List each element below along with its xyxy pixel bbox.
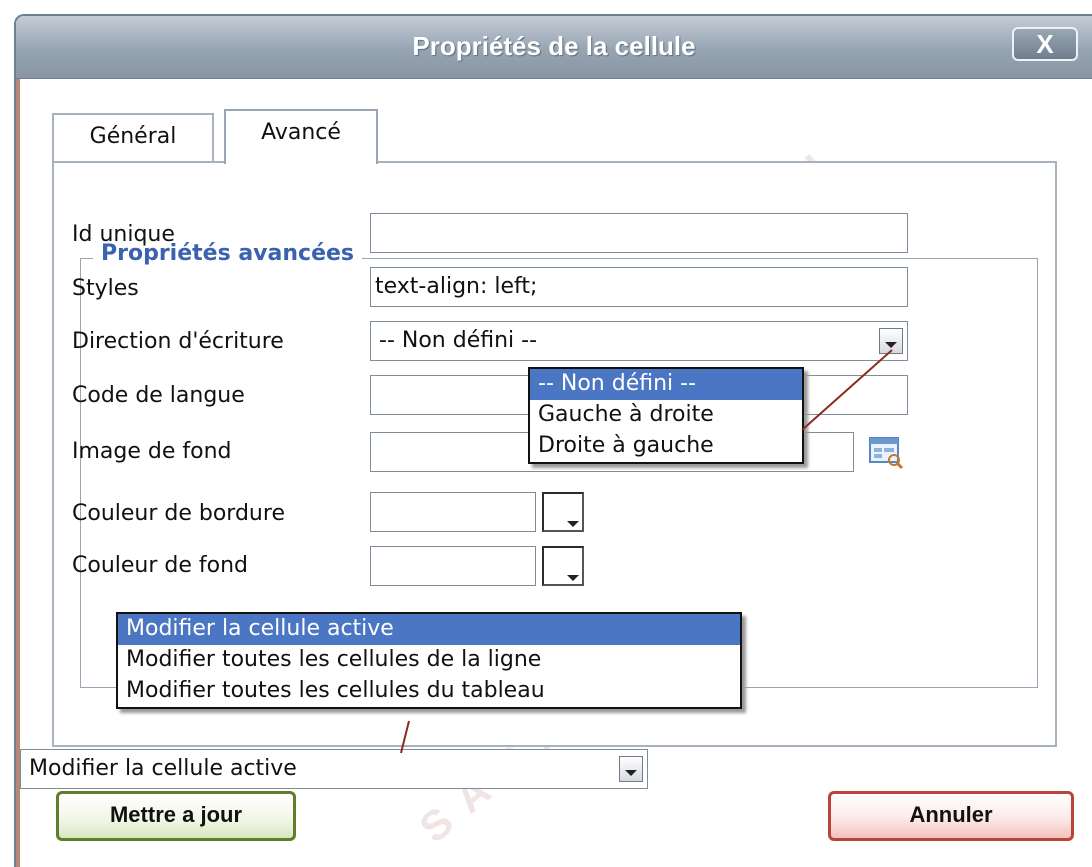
tab-general[interactable]: Général [52,113,214,163]
update-button[interactable]: Mettre a jour [56,791,296,841]
background-color-picker-button[interactable] [542,546,584,586]
background-image-label: Image de fond [72,439,232,464]
cancel-button[interactable]: Annuler [828,791,1074,841]
border-color-input[interactable] [370,492,536,532]
border-color-picker-button[interactable] [542,492,584,532]
id-label: Id unique [72,222,175,247]
tab-advanced[interactable]: Avancé [224,109,378,164]
direction-label: Direction d'écriture [72,329,284,354]
direction-select-value: -- Non défini -- [379,328,538,353]
id-input[interactable] [370,213,908,253]
background-color-input[interactable] [370,546,536,586]
styles-label: Styles [72,276,139,301]
browse-icon[interactable] [868,434,904,470]
background-color-label: Couleur de fond [72,553,248,578]
scope-option-active-cell[interactable]: Modifier la cellule active [118,614,740,645]
chevron-down-icon[interactable] [879,328,903,354]
close-button[interactable]: X [1012,27,1078,61]
scope-dropdown-list: Modifier la cellule active Modifier tout… [116,612,742,709]
scope-option-table-cells[interactable]: Modifier toutes les cellules du tableau [118,676,740,707]
direction-dropdown-list: -- Non défini -- Gauche à droite Droite … [528,367,804,464]
dialog-body: SARKI SARKI SARKI SARKI SARKI Général Av… [16,79,1092,867]
title-bar[interactable]: Propriétés de la cellule X [16,16,1092,79]
dialog-window: Propriétés de la cellule X SARKI SARKI S… [14,14,1092,867]
direction-option-ltr[interactable]: Gauche à droite [530,400,802,431]
scope-select-value: Modifier la cellule active [29,756,297,781]
scope-option-row-cells[interactable]: Modifier toutes les cellules de la ligne [118,645,740,676]
border-color-label: Couleur de bordure [72,501,285,526]
language-code-label: Code de langue [72,383,245,408]
direction-option-rtl[interactable]: Droite à gauche [530,431,802,462]
direction-option-undefined[interactable]: -- Non défini -- [530,369,802,400]
styles-input[interactable]: text-align: left; [370,267,908,307]
dialog-title: Propriétés de la cellule [412,31,696,61]
direction-select[interactable]: -- Non défini -- [370,321,908,361]
scope-select[interactable]: Modifier la cellule active [20,749,648,789]
chevron-down-icon[interactable] [619,756,643,782]
